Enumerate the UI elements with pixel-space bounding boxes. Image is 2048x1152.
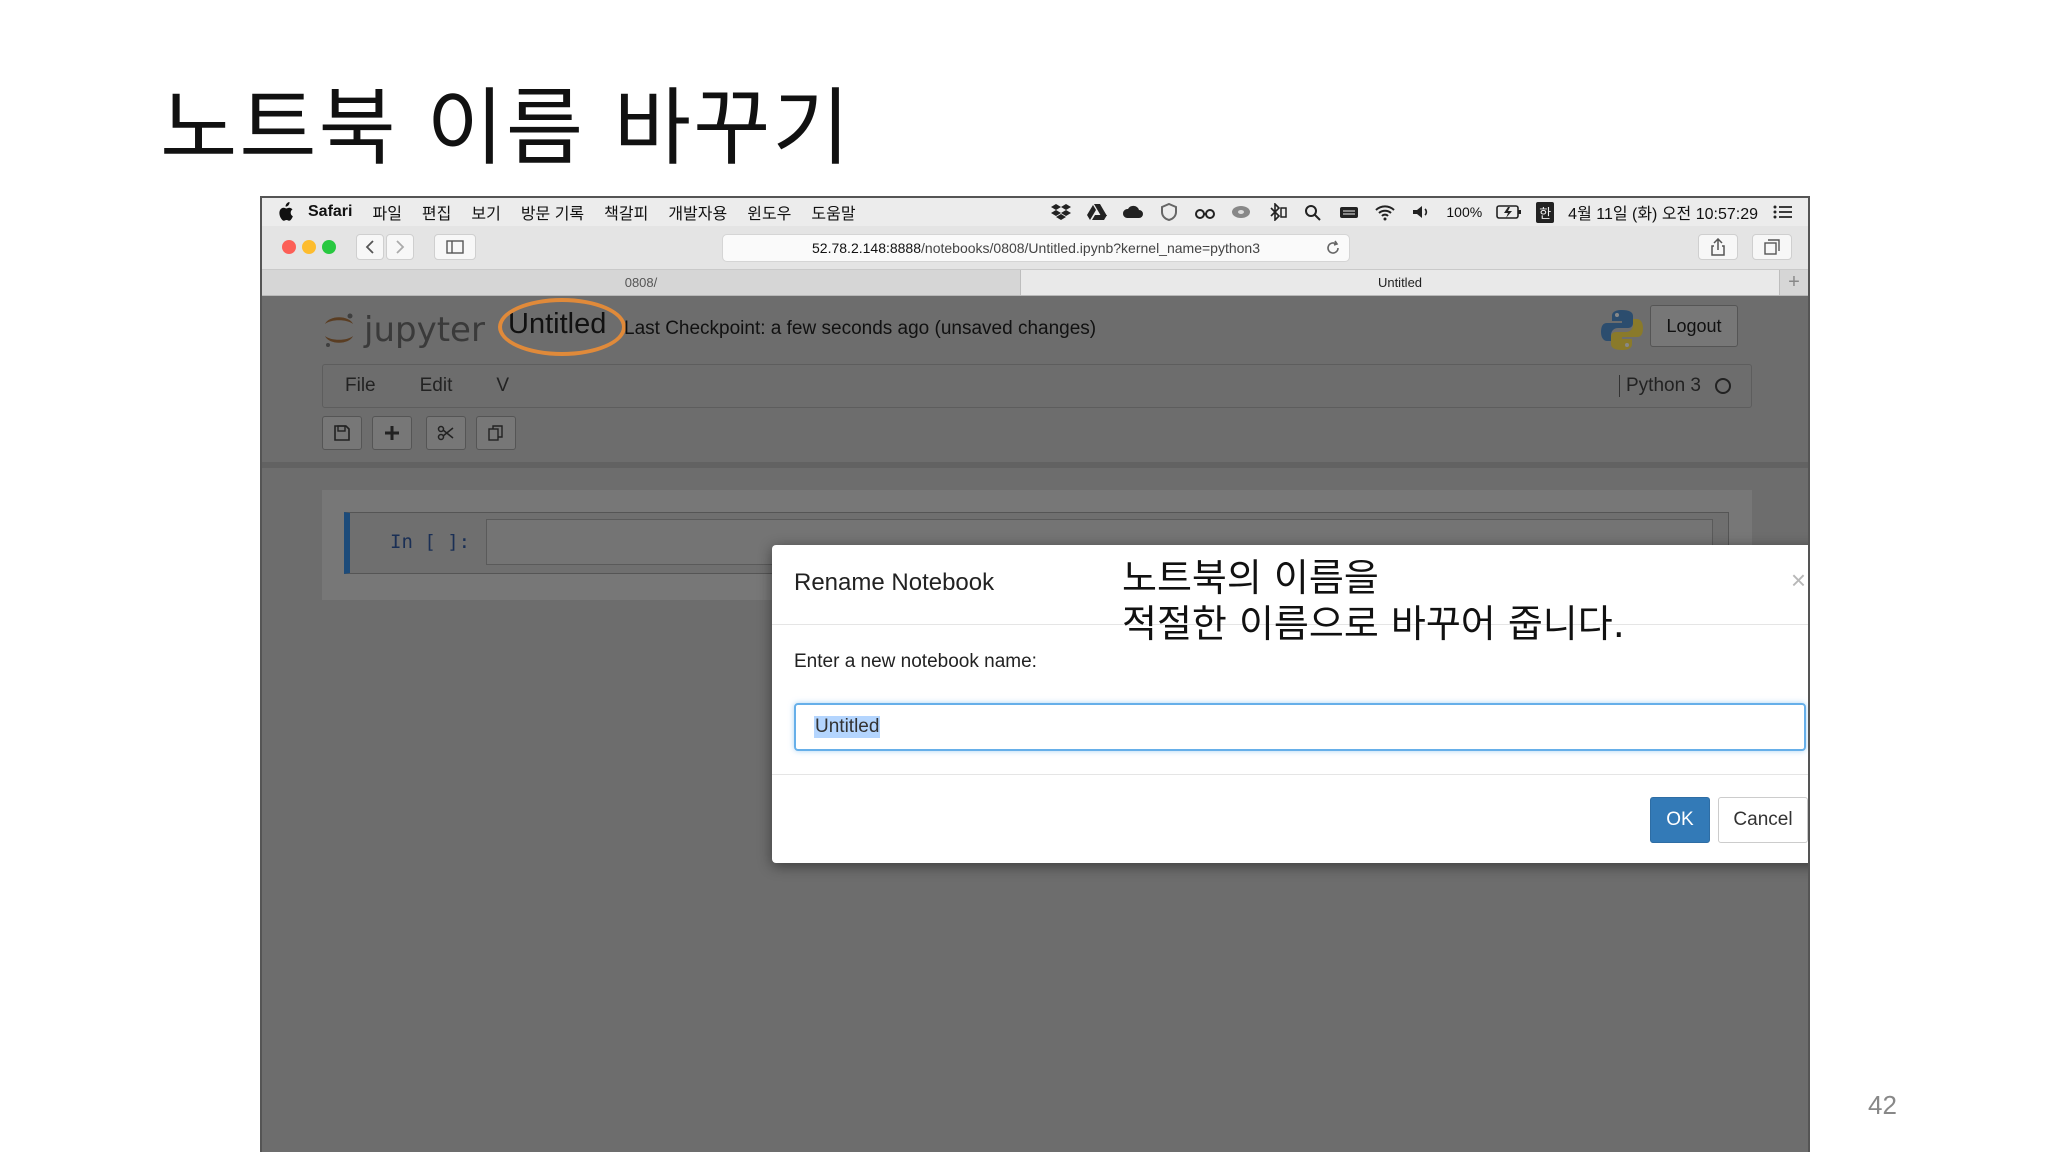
copy-button[interactable] [476,416,516,450]
tab-label: Untitled [1377,275,1423,290]
rename-notebook-dialog: Rename Notebook × 노트북의 이름을 적절한 이름으로 바꾸어 … [772,545,1808,863]
menubar-item-develop[interactable]: 개발자용 [668,200,727,224]
slide-title: 노트북 이름 바꾸기 [160,79,852,177]
plus-icon [385,426,399,440]
drive-icon[interactable] [1086,203,1108,221]
chevron-right-icon [396,240,405,254]
menubar-item-bookmarks[interactable]: 책갈피 [604,200,648,224]
share-button[interactable] [1698,234,1738,260]
annotation-line: 노트북의 이름을 [1122,556,1379,600]
battery-percent: 100% [1446,204,1483,220]
checkpoint-status: Last Checkpoint: a few seconds ago (unsa… [624,318,1097,339]
input-method-indicator[interactable]: 한 [1536,201,1555,223]
tabs-overview-button[interactable] [1752,234,1792,260]
chevron-left-icon [365,240,374,254]
keyboard-icon[interactable] [1338,203,1360,221]
sidebar-toggle-button[interactable] [434,234,476,260]
header-separator [262,462,1808,468]
cell-prompt: In [ ]: [390,531,471,553]
search-icon[interactable] [1302,203,1324,221]
menubar-item-view[interactable]: 보기 [471,200,500,224]
apple-icon[interactable] [276,202,294,222]
battery-icon[interactable] [1496,203,1522,221]
cut-button[interactable] [426,416,466,450]
dialog-label: Enter a new notebook name: [794,651,1037,672]
tab-label: 0808/ [624,275,658,290]
menubar-app-name[interactable]: Safari [308,203,352,221]
wifi-icon[interactable] [1374,203,1396,221]
input-selected-text: Untitled [814,716,881,738]
jupyter-header: jupyter Untitled Last Checkpoint: a few … [262,296,1808,358]
menubar-item-history[interactable]: 방문 기록 [521,200,584,224]
jupyter-menubar: File Edit V Python 3 [322,364,1752,408]
notification-list-icon[interactable] [1772,203,1794,221]
glasses-icon[interactable] [1194,203,1216,221]
menubar-item-help[interactable]: 도움말 [811,200,855,224]
sidebar-icon [446,240,464,254]
menu-edit[interactable]: Edit [420,375,453,397]
jupyter-logo-text: jupyter [364,310,485,350]
dialog-title: Rename Notebook [794,569,995,596]
menu-view[interactable]: V [496,375,509,397]
reload-icon[interactable] [1325,240,1341,256]
close-icon[interactable]: × [1791,567,1806,593]
jupyter-toolbar [322,416,516,450]
browser-tab[interactable]: 0808/ [262,270,1021,295]
save-button[interactable] [322,416,362,450]
mac-menubar: Safari 파일 편집 보기 방문 기록 책갈피 개발자용 윈도우 도움말 1… [262,198,1808,226]
annotation-text: 노트북의 이름을 적절한 이름으로 바꾸어 줍니다. [1122,555,1625,647]
menubar-item-file[interactable]: 파일 [372,200,401,224]
disk-icon[interactable] [1230,203,1252,221]
menubar-item-edit[interactable]: 편집 [422,200,451,224]
address-bar[interactable]: 52.78.2.148:8888/notebooks/0808/Untitled… [722,234,1350,262]
volume-icon[interactable] [1410,203,1432,221]
page-number: 42 [1868,1090,1897,1120]
logout-button[interactable]: Logout [1650,305,1738,347]
tabs-icon [1764,239,1780,255]
cancel-button[interactable]: Cancel [1718,797,1808,843]
save-icon [334,425,350,441]
python-logo-icon [1601,310,1643,350]
insert-cell-button[interactable] [372,416,412,450]
menu-file[interactable]: File [345,375,376,397]
url-host: 52.78.2.148:8888 [812,240,922,256]
url-path: /notebooks/0808/Untitled.ipynb?kernel_na… [921,240,1260,256]
window-close-button[interactable] [282,240,296,254]
window-minimize-button[interactable] [302,240,316,254]
notebook-name-input[interactable]: Untitled [794,703,1806,751]
annotation-line: 적절한 이름으로 바꾸어 줍니다. [1122,602,1625,646]
menubar-item-window[interactable]: 윈도우 [747,200,791,224]
dialog-footer-divider [772,774,1808,775]
browser-tab-bar: 0808/ Untitled + [262,270,1808,296]
jupyter-logo-icon [325,313,353,347]
share-icon [1711,238,1725,256]
forward-button[interactable] [386,234,414,260]
browser-toolbar: 52.78.2.148:8888/notebooks/0808/Untitled… [262,226,1808,270]
screenshot-frame: Safari 파일 편집 보기 방문 기록 책갈피 개발자용 윈도우 도움말 1… [260,196,1810,1152]
kernel-name: Python 3 [1619,375,1701,397]
menubar-clock[interactable]: 4월 11일 (화) 오전 10:57:29 [1568,200,1758,224]
jupyter-logo[interactable]: jupyter [322,310,485,350]
dropbox-icon[interactable] [1050,203,1072,221]
shield-icon[interactable] [1158,203,1180,221]
window-zoom-button[interactable] [322,240,336,254]
kernel-status-icon [1715,378,1731,394]
scissors-icon [437,425,454,441]
new-tab-button[interactable]: + [1780,270,1808,295]
ok-button[interactable]: OK [1650,797,1710,843]
back-button[interactable] [356,234,384,260]
browser-tab-active[interactable]: Untitled [1021,270,1780,295]
kernel-indicator: Python 3 [1619,375,1731,397]
bluetooth-icon[interactable] [1266,203,1288,221]
cloud-icon[interactable] [1122,203,1144,221]
copy-icon [488,425,503,441]
highlight-oval [498,298,626,356]
